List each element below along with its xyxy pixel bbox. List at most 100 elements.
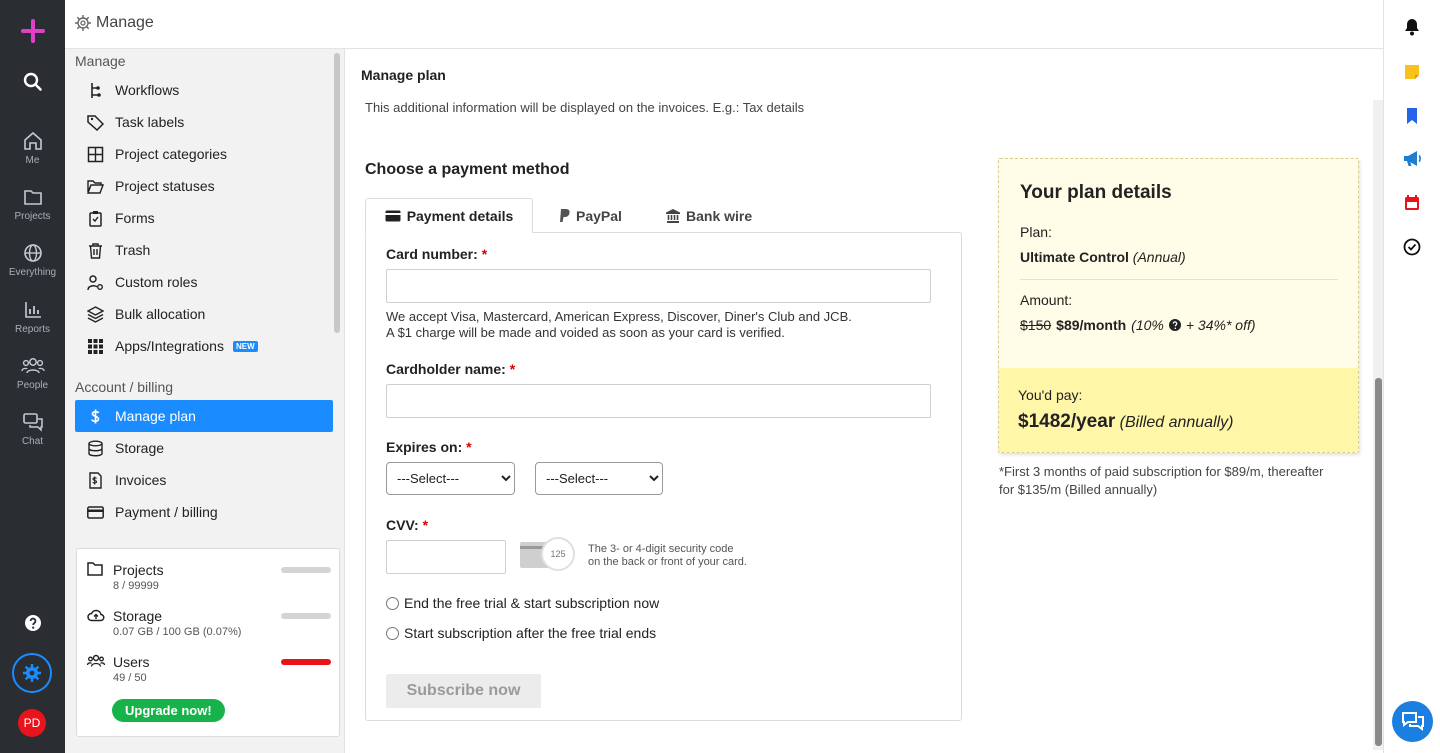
bank-icon [666, 208, 680, 223]
cvv-input[interactable] [386, 540, 506, 574]
info-icon[interactable] [1168, 319, 1181, 331]
sidebar-item-workflows[interactable]: Workflows [75, 74, 333, 106]
create-button[interactable] [0, 18, 65, 48]
tab-label: Bank wire [686, 207, 753, 224]
usage-value: 49 / 50 [113, 672, 147, 684]
bookmarks-button[interactable] [1402, 106, 1422, 131]
sidebar-scrollbar[interactable] [334, 53, 340, 333]
amount-value: $150 $89/month (10% + 34%* off) [1020, 317, 1256, 333]
settings-button[interactable] [12, 653, 52, 693]
search-icon [23, 72, 42, 91]
tab-paypal[interactable]: PayPal [559, 198, 622, 233]
sidebar-item-label: Task labels [115, 114, 185, 130]
search-button[interactable] [0, 72, 65, 96]
sidebar-item-manage-plan[interactable]: Manage plan [75, 400, 333, 432]
sidebar-item-invoices[interactable]: Invoices [75, 464, 333, 496]
pay-amount: $1482/year (Billed annually) [1018, 411, 1234, 432]
rail-item-reports[interactable]: Reports [0, 300, 65, 335]
radio-start-now[interactable]: End the free trial & start subscription … [386, 595, 659, 611]
sidebar-item-label: Manage plan [115, 408, 196, 424]
avatar[interactable]: PD [18, 709, 46, 737]
globe-icon [23, 244, 42, 262]
usage-label: Storage [113, 608, 163, 624]
sidebar-item-payment-billing[interactable]: Payment / billing [75, 496, 333, 528]
calendar-button[interactable] [1402, 193, 1422, 218]
chat-bubbles-icon [1402, 712, 1424, 731]
info-text: This additional information will be disp… [365, 100, 805, 115]
sidebar-item-forms[interactable]: Forms [75, 202, 333, 234]
expiry-year-select[interactable]: ---Select--- [535, 462, 663, 495]
check-circle-icon [1403, 238, 1421, 256]
tab-bank-wire[interactable]: Bank wire [666, 198, 752, 233]
subscribe-button[interactable]: Subscribe now [386, 674, 541, 708]
cardholder-label: Cardholder name: * [386, 361, 516, 377]
sticky-notes-button[interactable] [1402, 62, 1422, 87]
sidebar-item-label: Trash [115, 242, 151, 258]
sidebar-item-label: Storage [115, 440, 165, 456]
announcements-button[interactable] [1402, 149, 1422, 174]
plan-footnote: *First 3 months of paid subscription for… [999, 464, 1324, 497]
chat-icon [22, 413, 43, 432]
tab-payment-details[interactable]: Payment details [365, 198, 533, 233]
usage-label: Users [113, 654, 150, 670]
right-toolbar [1383, 0, 1440, 753]
rail-item-people[interactable]: People [0, 356, 65, 391]
grid-icon [87, 146, 104, 162]
tab-label: PayPal [576, 207, 622, 224]
pay-summary: You'd pay: $1482/year (Billed annually) [999, 368, 1358, 452]
radio-start-now-input[interactable] [386, 596, 399, 610]
sidebar-item-label: Project statuses [115, 178, 215, 194]
section-heading-manage: Manage [75, 53, 126, 69]
radio-start-after-input[interactable] [386, 626, 399, 640]
people-icon [20, 358, 45, 374]
sidebar-item-trash[interactable]: Trash [75, 234, 333, 266]
main-scrollbar[interactable] [1373, 100, 1383, 750]
support-chat-button[interactable] [1392, 701, 1433, 742]
gear-icon [23, 664, 41, 682]
radio-start-after-trial[interactable]: Start subscription after the free trial … [386, 625, 656, 641]
card-number-input[interactable] [386, 269, 931, 303]
workflow-icon [91, 82, 101, 98]
sidebar-item-label: Bulk allocation [115, 306, 206, 322]
rail-item-label: People [16, 380, 49, 391]
rail-item-label: Chat [21, 436, 44, 447]
help-button[interactable] [0, 614, 65, 636]
app-rail: Me Projects Everything Reports People Ch… [0, 0, 65, 753]
plus-icon [20, 19, 45, 43]
usage-value: 0.07 GB / 100 GB (0.07%) [113, 626, 242, 638]
rail-item-chat[interactable]: Chat [0, 412, 65, 447]
dollar-icon [91, 409, 100, 423]
users-icon [87, 654, 105, 667]
rail-item-label: Everything [8, 267, 57, 278]
rail-item-projects[interactable]: Projects [0, 187, 65, 222]
rail-item-everything[interactable]: Everything [0, 243, 65, 278]
notifications-button[interactable] [1402, 17, 1422, 42]
upgrade-button[interactable]: Upgrade now! [112, 699, 225, 722]
tag-icon [87, 114, 104, 131]
sidebar-item-project-categories[interactable]: Project categories [75, 138, 333, 170]
tab-label: Payment details [406, 207, 514, 224]
expiry-month-select[interactable]: ---Select--- [386, 462, 515, 495]
clipboard-icon [89, 210, 102, 227]
sidebar-item-bulk-allocation[interactable]: Bulk allocation [75, 298, 333, 330]
tasks-button[interactable] [1402, 237, 1422, 262]
sidebar-item-task-labels[interactable]: Task labels [75, 106, 333, 138]
plan-heading: Your plan details [1020, 182, 1172, 203]
sidebar-item-label: Workflows [115, 82, 180, 98]
home-icon [23, 131, 42, 150]
payment-form-panel: Card number: * We accept Visa, Mastercar… [365, 232, 962, 721]
expires-label: Expires on: * [386, 439, 472, 455]
rail-item-me[interactable]: Me [0, 131, 65, 166]
sidebar-item-project-statuses[interactable]: Project statuses [75, 170, 333, 202]
bell-icon [1405, 19, 1419, 36]
bookmark-icon [1407, 108, 1417, 124]
discount-text-extra: + 34%* off) [1185, 317, 1256, 333]
trash-icon [89, 242, 102, 259]
sidebar-item-storage[interactable]: Storage [75, 432, 333, 464]
cardholder-name-input[interactable] [386, 384, 931, 418]
amount-label: Amount: [1020, 292, 1073, 308]
cvv-label: CVV: * [386, 517, 429, 533]
cloud-upload-icon [87, 609, 105, 622]
sidebar-item-apps-integrations[interactable]: Apps/Integrations NEW [75, 330, 333, 362]
sidebar-item-custom-roles[interactable]: Custom roles [75, 266, 333, 298]
